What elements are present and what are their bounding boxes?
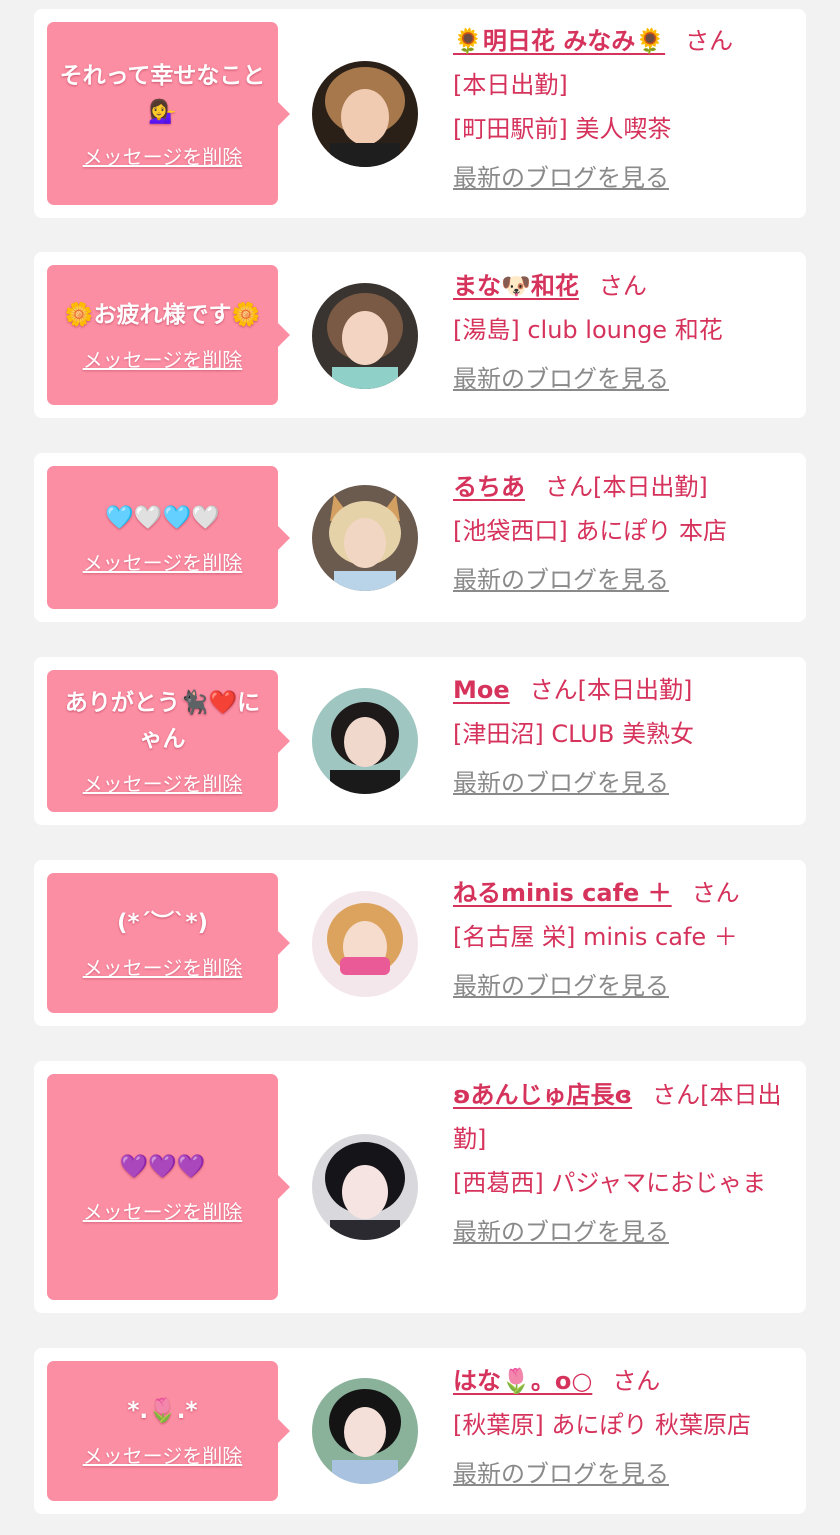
shop-location: [名古屋 栄] minis cafe ＋ <box>453 923 738 951</box>
message-bubble: ありがとう🐈‍⬛❤️にゃん メッセージを削除 <box>47 670 290 812</box>
cast-info: まな🐶和花 さん [湯島] club lounge 和花 最新のブログを見る <box>453 264 792 401</box>
avatar[interactable] <box>312 688 418 794</box>
message-text: (*´︶`*) <box>116 910 209 936</box>
cast-name-link[interactable]: はな🌷。o○ <box>453 1367 592 1395</box>
message-card: 🌼お疲れ様です🌼 メッセージを削除 まな🐶和花 さん [湯島] club loun… <box>34 252 806 418</box>
delete-message-link[interactable]: メッセージを削除 <box>83 347 243 373</box>
cast-name-link[interactable]: まな🐶和花 <box>453 272 579 300</box>
delete-message-link[interactable]: メッセージを削除 <box>83 955 243 981</box>
delete-message-link[interactable]: メッセージを削除 <box>83 1199 243 1225</box>
shop-location: [町田駅前] 美人喫茶 <box>453 115 672 143</box>
latest-blog-link[interactable]: 最新のブログを見る <box>453 362 669 396</box>
shop-location: [湯島] club lounge 和花 <box>453 316 723 344</box>
message-text: 🩵🤍🩵🤍 <box>105 504 220 531</box>
avatar[interactable] <box>312 1378 418 1484</box>
message-card: ありがとう🐈‍⬛❤️にゃん メッセージを削除 Moe さん[本日出勤] [津田沼]… <box>34 657 806 825</box>
message-card: *.🌷.* メッセージを削除 はな🌷。o○ さん [秋葉原] あにぽり 秋葉原店 … <box>34 1348 806 1514</box>
cast-info: 🌻明日花 みなみ🌻 さん [本日出勤] [町田駅前] 美人喫茶 最新のブログを見る <box>453 19 792 200</box>
attendance-status: [本日出勤] <box>453 71 568 99</box>
avatar[interactable] <box>312 61 418 167</box>
attendance-status: [本日出勤] <box>593 473 708 501</box>
honorific: さん <box>685 27 734 55</box>
message-card: それって幸せなこと💁‍♀️ メッセージを削除 🌻明日花 みなみ🌻 さん [本日出勤… <box>34 9 806 218</box>
message-text: 💜💜💜 <box>119 1154 206 1180</box>
cast-name-link[interactable]: Moe <box>453 676 510 704</box>
honorific: さん <box>529 676 578 704</box>
message-bubble: それって幸せなこと💁‍♀️ メッセージを削除 <box>47 22 290 205</box>
latest-blog-link[interactable]: 最新のブログを見る <box>453 161 669 195</box>
attendance-status: [本日出勤] <box>577 676 693 704</box>
delete-message-link[interactable]: メッセージを削除 <box>83 1443 243 1469</box>
message-bubble: (*´︶`*) メッセージを削除 <box>47 873 290 1013</box>
avatar[interactable] <box>312 283 418 389</box>
shop-location: [池袋西口] あにぽり 本店 <box>453 517 727 545</box>
avatar[interactable] <box>312 891 418 997</box>
message-bubble: 🌼お疲れ様です🌼 メッセージを削除 <box>47 265 290 405</box>
honorific: さん <box>691 879 740 907</box>
latest-blog-link[interactable]: 最新のブログを見る <box>453 563 669 597</box>
latest-blog-link[interactable]: 最新のブログを見る <box>453 766 669 800</box>
shop-location: [秋葉原] あにぽり 秋葉原店 <box>453 1411 751 1439</box>
shop-location: [津田沼] CLUB 美熟女 <box>453 720 694 748</box>
cast-info: ねるminis cafe ＋ さん [名古屋 栄] minis cafe ＋ 最新… <box>453 871 792 1008</box>
honorific: さん <box>612 1367 661 1395</box>
message-bubble: 🩵🤍🩵🤍 メッセージを削除 <box>47 466 290 609</box>
latest-blog-link[interactable]: 最新のブログを見る <box>453 1457 669 1491</box>
shop-location: [西葛西] パジャマにおじゃま <box>453 1169 767 1197</box>
message-text: 🌼お疲れ様です🌼 <box>64 302 261 328</box>
cast-name-link[interactable]: ʚあんじゅ店長ɞ <box>453 1081 632 1109</box>
latest-blog-link[interactable]: 最新のブログを見る <box>453 1215 669 1249</box>
honorific: さん <box>652 1081 701 1109</box>
delete-message-link[interactable]: メッセージを削除 <box>83 550 243 576</box>
cast-name-link[interactable]: 🌻明日花 みなみ🌻 <box>453 27 665 55</box>
message-card: 🩵🤍🩵🤍 メッセージを削除 るちあ さん[本日出勤] [池袋西口] あにぽり 本店… <box>34 453 806 622</box>
message-text: ありがとう🐈‍⬛❤️にゃん <box>64 690 261 752</box>
latest-blog-link[interactable]: 最新のブログを見る <box>453 969 669 1003</box>
delete-message-link[interactable]: メッセージを削除 <box>83 144 243 170</box>
avatar[interactable] <box>312 1134 418 1240</box>
cast-name-link[interactable]: るちあ <box>453 473 525 501</box>
message-card: (*´︶`*) メッセージを削除 ねるminis cafe ＋ さん [名古屋 栄… <box>34 860 806 1026</box>
message-text: *.🌷.* <box>127 1398 198 1424</box>
cast-info: ʚあんじゅ店長ɞ さん[本日出勤] [西葛西] パジャマにおじゃま 最新のブログを… <box>453 1073 792 1254</box>
message-bubble: *.🌷.* メッセージを削除 <box>47 1361 290 1501</box>
cast-info: はな🌷。o○ さん [秋葉原] あにぽり 秋葉原店 最新のブログを見る <box>453 1359 792 1496</box>
cast-info: るちあ さん[本日出勤] [池袋西口] あにぽり 本店 最新のブログを見る <box>453 465 792 602</box>
honorific: さん <box>545 473 593 501</box>
avatar[interactable] <box>312 485 418 591</box>
cast-name-link[interactable]: ねるminis cafe ＋ <box>453 879 672 907</box>
honorific: さん <box>598 272 647 300</box>
cast-info: Moe さん[本日出勤] [津田沼] CLUB 美熟女 最新のブログを見る <box>453 668 792 805</box>
message-bubble: 💜💜💜 メッセージを削除 <box>47 1074 290 1300</box>
message-card: 💜💜💜 メッセージを削除 ʚあんじゅ店長ɞ さん[本日出勤] [西葛西] パジャマ… <box>34 1061 806 1313</box>
delete-message-link[interactable]: メッセージを削除 <box>83 771 243 797</box>
message-text: それって幸せなこと💁‍♀️ <box>59 62 266 125</box>
